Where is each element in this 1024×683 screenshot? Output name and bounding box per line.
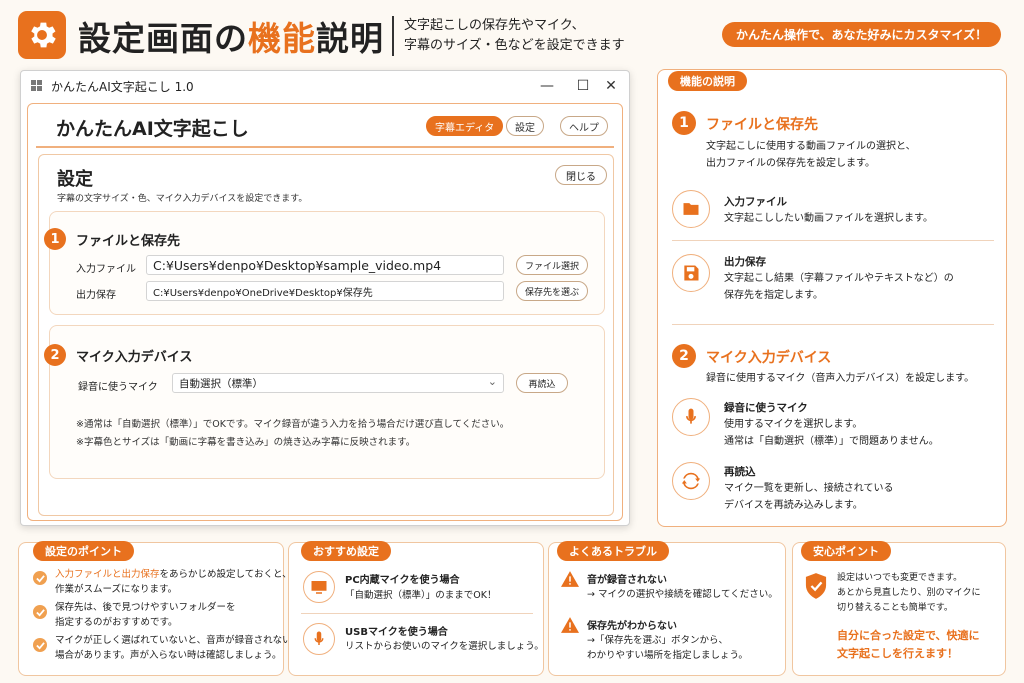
app-icon [31, 80, 43, 92]
card-tag: 設定のポイント [33, 541, 134, 561]
header-divider [392, 16, 394, 56]
header-badge: かんたん操作で、あなた好みにカスタマイズ！ [722, 22, 1002, 47]
folder-icon [672, 190, 710, 228]
close-window-button[interactable]: ✕ [593, 71, 629, 101]
mic-select-value: 自動選択（標準） [179, 377, 263, 390]
section-heading: ファイルと保存先 [706, 117, 818, 133]
warning-icon [561, 617, 579, 637]
trouble-title: 音が録音されない [587, 575, 667, 586]
warning-icon [561, 571, 579, 591]
panel-tag: 機能の説明 [668, 71, 747, 91]
item-title: 入力ファイル [724, 196, 787, 208]
section-mic-device: 2 マイク入力デバイス 録音に使うマイク 自動選択（標準） ⌄ 再読込 ※通常は… [44, 325, 605, 479]
separator [672, 240, 994, 241]
item-title: 再読込 [724, 466, 756, 478]
choose-destination-button[interactable]: 保存先を選ぶ [516, 281, 588, 301]
section-number-badge: 2 [672, 344, 696, 368]
mic-label: 録音に使うマイク [78, 382, 158, 393]
mic-select[interactable]: 自動選択（標準） ⌄ [172, 373, 504, 393]
header-description: 文字起こしの保存先やマイク、 字幕のサイズ・色などを設定できます [404, 18, 625, 53]
shield-check-icon [805, 573, 827, 603]
card-tag: 安心ポイント [801, 541, 891, 561]
card-peace-of-mind: 安心ポイント 設定はいつでも変更できます。 あとから見直したり、別のマイクに 切… [792, 541, 1006, 676]
note-text: ※字幕色とサイズは「動画に字幕を書き込み」の焼き込み字幕に反映されます。 [76, 437, 416, 448]
app-header-divider [36, 146, 614, 148]
app-frame: かんたんAI文字起こし 字幕エディタ 設定 ヘルプ 設定 字幕の文字サイズ・色、… [27, 103, 623, 521]
item-desc: 文字起こししたい動画ファイルを選択します。 [724, 213, 933, 224]
feature-explanation-panel: 機能の説明 1 ファイルと保存先 文字起こしに使用する動画ファイルの選択と、 出… [657, 69, 1007, 527]
reload-button[interactable]: 再読込 [516, 373, 568, 393]
section-title: マイク入力デバイス [76, 350, 193, 365]
note-text: ※通常は「自動選択（標準）」でOKです。マイク録音が違う入力を拾う場合だけ選び直… [76, 419, 510, 430]
point-text: 保存先は、後で見つけやすいフォルダーを 指定するのがおすすめです。 [55, 602, 236, 628]
refresh-icon [672, 462, 710, 500]
input-file-field[interactable]: C:¥Users¥denpo¥Desktop¥sample_video.mp4 [146, 255, 504, 275]
item-title: 録音に使うマイク [724, 402, 808, 414]
section-number-badge: 1 [44, 228, 66, 250]
recommend-title: USBマイクを使う場合 [345, 627, 448, 638]
output-path-field[interactable]: C:¥Users¥denpo¥OneDrive¥Desktop¥保存先 [146, 281, 504, 301]
section-number-badge: 2 [44, 344, 66, 366]
recommend-title: PC内蔵マイクを使う場合 [345, 575, 460, 586]
check-icon [33, 638, 47, 652]
point-text: 入力ファイルと出力保存をあらかじめ設定しておくと、 作業がスムーズになります。 [55, 569, 292, 595]
window-title: かんたんAI文字起こし 1.0 [51, 79, 194, 94]
safe-highlight: 自分に合った設定で、快適に 文字起こしを行えます！ [837, 629, 980, 660]
section-heading: マイク入力デバイス [706, 350, 832, 366]
recommend-desc: 「自動選択（標準）」のままでOK！ [345, 590, 497, 601]
section-title: ファイルと保存先 [76, 234, 181, 249]
separator [301, 613, 533, 614]
settings-title: 設定 [57, 169, 93, 190]
save-disk-icon [672, 254, 710, 292]
check-icon [33, 571, 47, 585]
input-file-label: 入力ファイル [76, 264, 136, 275]
settings-subtitle: 字幕の文字サイズ・色、マイク入力デバイスを設定できます。 [57, 194, 308, 204]
card-recommended: おすすめ設定 PC内蔵マイクを使う場合 「自動選択（標準）」のままでOK！ US… [288, 541, 544, 676]
section-desc: 録音に使用するマイク（音声入力デバイス）を設定します。 [706, 373, 975, 384]
monitor-icon [303, 571, 335, 603]
tab-help[interactable]: ヘルプ [560, 116, 608, 136]
app-window: かんたんAI文字起こし 1.0 — ☐ ✕ かんたんAI文字起こし 字幕エディタ… [20, 70, 630, 526]
item-desc: マイク一覧を更新し、接続されている デバイスを再読み込みします。 [724, 483, 894, 511]
page-title: 設定画面の機能説明 [78, 19, 384, 58]
card-tag: よくあるトラブル [557, 541, 669, 561]
point-text: マイクが正しく選ばれていないと、音声が録音されない 場合があります。声が入らない… [55, 635, 292, 661]
card-setting-points: 設定のポイント 入力ファイルと出力保存をあらかじめ設定しておくと、 作業がスムー… [18, 541, 292, 676]
item-desc: 使用するマイクを選択します。 通常は「自動選択（標準）」で問題ありません。 [724, 419, 939, 447]
card-tag: おすすめ設定 [301, 541, 391, 561]
section-number-badge: 1 [672, 111, 696, 135]
tab-subtitle-editor[interactable]: 字幕エディタ [426, 116, 504, 136]
select-file-button[interactable]: ファイル選択 [516, 255, 588, 275]
window-titlebar: かんたんAI文字起こし 1.0 — ☐ ✕ [21, 71, 629, 101]
logo-gear-icon [18, 11, 66, 59]
trouble-desc: →「保存先を選ぶ」ボタンから、 わかりやすい場所を指定しましょう。 [587, 635, 748, 661]
close-settings-button[interactable]: 閉じる [555, 165, 607, 185]
section-file-output: 1 ファイルと保存先 入力ファイル C:¥Users¥denpo¥Desktop… [44, 211, 605, 315]
app-title: かんたんAI文字起こし [56, 118, 249, 140]
card-common-troubles: よくあるトラブル 音が録音されない → マイクの選択や接続を確認してください。 … [548, 541, 786, 676]
chevron-down-icon: ⌄ [487, 375, 497, 388]
item-desc: 文字起こし結果（字幕ファイルやテキストなど）の 保存先を指定します。 [724, 273, 954, 301]
separator [672, 324, 994, 325]
tab-settings[interactable]: 設定 [506, 116, 544, 136]
settings-panel: 設定 字幕の文字サイズ・色、マイク入力デバイスを設定できます。 閉じる 1 ファ… [38, 154, 614, 516]
recommend-desc: リストからお使いのマイクを選択しましょう。 [345, 641, 544, 652]
item-title: 出力保存 [724, 256, 766, 268]
check-icon [33, 605, 47, 619]
minimize-button[interactable]: — [529, 71, 565, 101]
trouble-desc: → マイクの選択や接続を確認してください。 [587, 589, 778, 600]
section-desc: 文字起こしに使用する動画ファイルの選択と、 出力ファイルの保存先を設定します。 [706, 141, 916, 169]
usb-microphone-icon [303, 623, 335, 655]
microphone-icon [672, 398, 710, 436]
safe-text: 設定はいつでも変更できます。 あとから見直したり、別のマイクに 切り替えることも… [837, 573, 981, 613]
output-save-label: 出力保存 [76, 290, 116, 301]
trouble-title: 保存先がわからない [587, 621, 677, 632]
